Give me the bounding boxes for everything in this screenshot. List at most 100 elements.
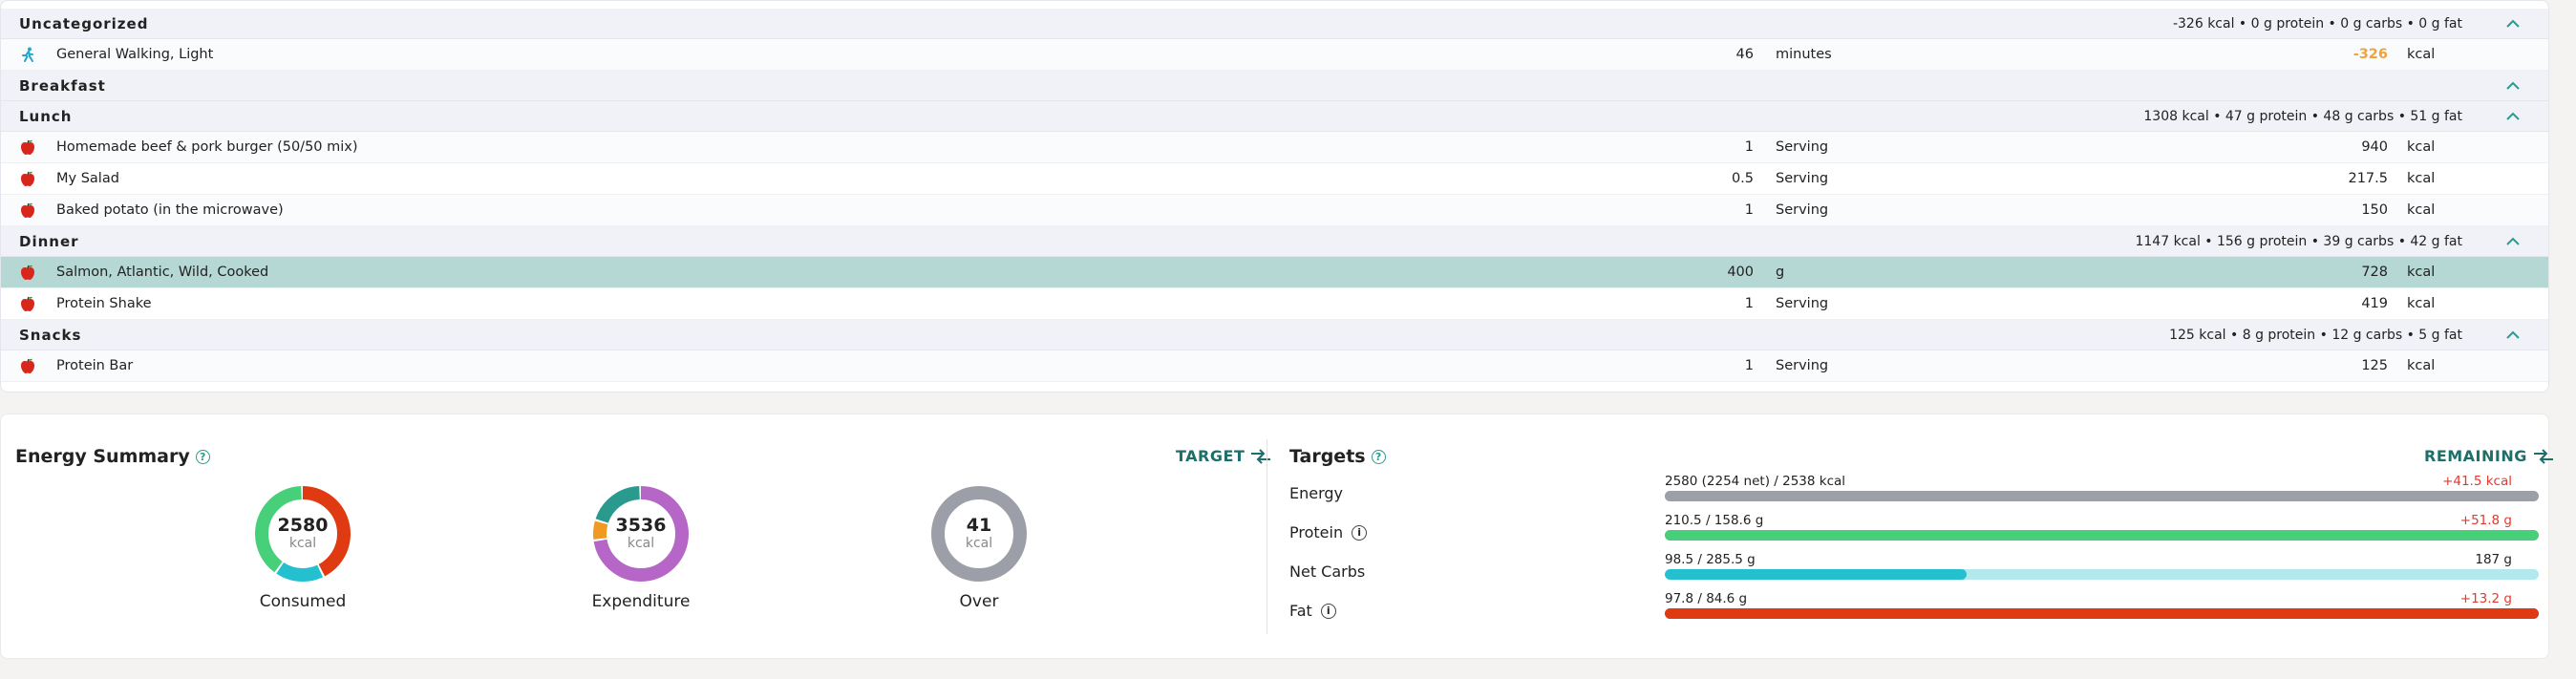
apple-icon — [19, 138, 36, 156]
category-summary: 1308 kcal • 47 g protein • 48 g carbs • … — [2143, 108, 2462, 124]
target-progress-bar — [1665, 608, 2539, 619]
target-label-text: Fat — [1289, 602, 1312, 620]
diary-item-row[interactable]: Homemade beef & pork burger (50/50 mix) 1… — [1, 132, 2548, 163]
donut-expenditure: 3536 kcal — [591, 484, 691, 584]
donut-unit: kcal — [627, 536, 655, 551]
energy-summary-title-text: Energy Summary — [15, 446, 190, 467]
item-amount: 1 — [1744, 296, 1754, 311]
category-name: Snacks — [19, 326, 82, 344]
target-progress-fill — [1665, 608, 2539, 619]
item-amount: 1 — [1744, 202, 1754, 218]
target-remaining: +51.8 g — [2459, 513, 2512, 528]
category-name: Lunch — [19, 107, 73, 125]
item-unit: Serving — [1776, 358, 1829, 373]
chevron-up-icon[interactable] — [2506, 17, 2520, 31]
targets-help-icon[interactable]: ? — [1371, 450, 1386, 464]
remaining-toggle-label: REMAINING — [2424, 447, 2527, 465]
target-progress-fill — [1665, 491, 2539, 501]
diary-item-row[interactable]: Salmon, Atlantic, Wild, Cooked 400 g 728 kca… — [1, 257, 2548, 288]
item-energy-unit: kcal — [2407, 139, 2436, 155]
item-energy-unit: kcal — [2407, 202, 2436, 218]
target-progress-bar — [1665, 569, 2539, 580]
target-remaining: +41.5 kcal — [2442, 474, 2512, 489]
item-energy: 728 — [2361, 265, 2388, 280]
targets-title-text: Targets — [1289, 446, 1366, 467]
energy-summary-help-icon[interactable]: ? — [195, 450, 210, 464]
target-label-protein: Protein i — [1289, 523, 1368, 541]
category-name: Breakfast — [19, 76, 106, 95]
apple-icon — [19, 264, 36, 281]
category-header-uncategorized[interactable]: Uncategorized -326 kcal • 0 g protein • 0… — [1, 9, 2548, 39]
item-name: General Walking, Light — [56, 47, 214, 62]
target-toggle-button[interactable]: TARGET — [1176, 447, 1271, 465]
target-label-text: Energy — [1289, 484, 1344, 502]
item-energy-unit: kcal — [2407, 296, 2436, 311]
item-amount: 46 — [1735, 47, 1754, 62]
target-value-text: 97.8 / 84.6 g — [1665, 591, 1748, 606]
donut-value: 2580 — [277, 515, 329, 536]
target-progress-fill — [1665, 530, 2539, 541]
category-header-breakfast[interactable]: Breakfast — [1, 71, 2548, 101]
item-energy: 125 — [2361, 358, 2388, 373]
category-header-dinner[interactable]: Dinner 1147 kcal • 156 g protein • 39 g c… — [1, 226, 2548, 257]
diary-item-row[interactable]: General Walking, Light 46 minutes -326 kcal — [1, 39, 2548, 71]
diary-item-row[interactable]: Protein Shake 1 Serving 419 kcal — [1, 288, 2548, 320]
apple-icon — [19, 202, 36, 219]
category-name: Dinner — [19, 232, 79, 250]
summary-panel: Energy Summary? TARGET 2580 kcal Consumed 3… — [0, 414, 2553, 659]
chevron-up-icon[interactable] — [2506, 329, 2520, 342]
diary-item-row[interactable]: My Salad 0.5 Serving 217.5 kcal — [1, 163, 2548, 195]
swap-arrows-icon — [2533, 448, 2553, 464]
category-summary: 1147 kcal • 156 g protein • 39 g carbs •… — [2135, 233, 2462, 249]
category-header-lunch[interactable]: Lunch 1308 kcal • 47 g protein • 48 g car… — [1, 101, 2548, 132]
item-energy: 940 — [2361, 139, 2388, 155]
target-label-text: Net Carbs — [1289, 562, 1366, 581]
diary-table: Uncategorized -326 kcal • 0 g protein • 0… — [0, 0, 2549, 393]
category-summary: -326 kcal • 0 g protein • 0 g carbs • 0 … — [2172, 15, 2462, 32]
category-name: Uncategorized — [19, 14, 149, 32]
category-header-snacks[interactable]: Snacks 125 kcal • 8 g protein • 12 g carb… — [1, 320, 2548, 350]
item-name: Salmon, Atlantic, Wild, Cooked — [56, 265, 269, 280]
item-amount: 1 — [1744, 139, 1754, 155]
diary-item-row[interactable]: Protein Bar 1 Serving 125 kcal — [1, 350, 2548, 382]
target-value-text: 2580 (2254 net) / 2538 kcal — [1665, 474, 1846, 489]
apple-icon — [19, 295, 36, 312]
target-value-text: 210.5 / 158.6 g — [1665, 513, 1764, 528]
chevron-up-icon[interactable] — [2506, 110, 2520, 123]
item-name: My Salad — [56, 171, 119, 186]
donut-value: 3536 — [615, 515, 667, 536]
item-name: Homemade beef & pork burger (50/50 mix) — [56, 139, 358, 155]
item-unit: g — [1776, 265, 1785, 280]
item-energy-unit: kcal — [2407, 358, 2436, 373]
item-energy: 150 — [2361, 202, 2388, 218]
info-icon[interactable]: i — [1352, 524, 1368, 541]
remaining-toggle-button[interactable]: REMAINING — [2424, 447, 2554, 465]
chevron-up-icon[interactable] — [2506, 235, 2520, 248]
donut-label: Consumed — [259, 592, 347, 611]
item-amount: 0.5 — [1731, 171, 1754, 186]
item-energy: 419 — [2361, 296, 2388, 311]
donut-unit: kcal — [965, 536, 993, 551]
item-name: Baked potato (in the microwave) — [56, 202, 284, 218]
diary-item-row[interactable]: Baked potato (in the microwave) 1 Serving 1… — [1, 195, 2548, 226]
donut-consumed: 2580 kcal — [253, 484, 352, 584]
target-label-net-carbs: Net Carbs — [1289, 562, 1365, 581]
item-unit: Serving — [1776, 296, 1829, 311]
target-label-text: Protein — [1289, 523, 1344, 541]
target-toggle-label: TARGET — [1176, 447, 1245, 465]
item-unit: Serving — [1776, 202, 1829, 218]
target-label-fat: Fat i — [1289, 602, 1336, 620]
item-unit: Serving — [1776, 171, 1829, 186]
chevron-up-icon[interactable] — [2506, 79, 2520, 93]
energy-summary-title: Energy Summary? — [15, 446, 210, 467]
item-energy: 217.5 — [2348, 171, 2388, 186]
info-icon[interactable]: i — [1320, 603, 1336, 619]
donut-over: 41 kcal — [929, 484, 1029, 584]
category-summary: 125 kcal • 8 g protein • 12 g carbs • 5 … — [2169, 327, 2462, 343]
item-amount: 1 — [1744, 358, 1754, 373]
item-amount: 400 — [1727, 265, 1754, 280]
donut-value: 41 — [966, 515, 992, 536]
item-energy-unit: kcal — [2407, 171, 2436, 186]
target-remaining: +13.2 g — [2459, 591, 2512, 606]
apple-icon — [19, 170, 36, 187]
